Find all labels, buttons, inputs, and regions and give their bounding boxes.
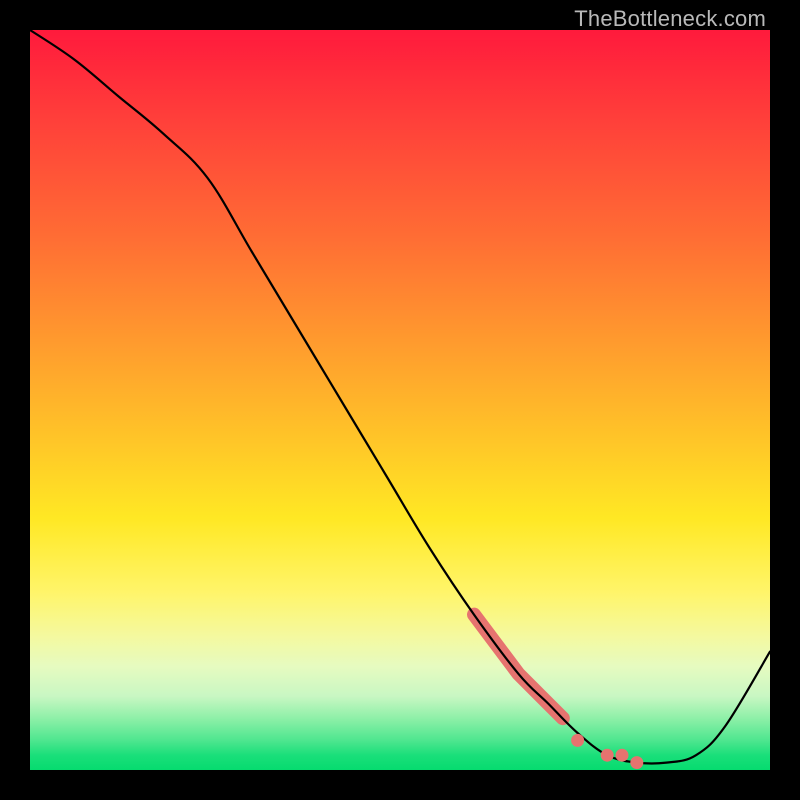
watermark-text: TheBottleneck.com (574, 6, 766, 32)
chart-svg (30, 30, 770, 770)
marker-dot (601, 749, 614, 762)
chart-frame: TheBottleneck.com (0, 0, 800, 800)
marker-dot (616, 749, 629, 762)
marker-dots (571, 734, 643, 769)
bottleneck-curve (30, 30, 770, 764)
marker-dot (571, 734, 584, 747)
plot-area (30, 30, 770, 770)
marker-dot (630, 756, 643, 769)
highlight-segment (474, 615, 563, 719)
